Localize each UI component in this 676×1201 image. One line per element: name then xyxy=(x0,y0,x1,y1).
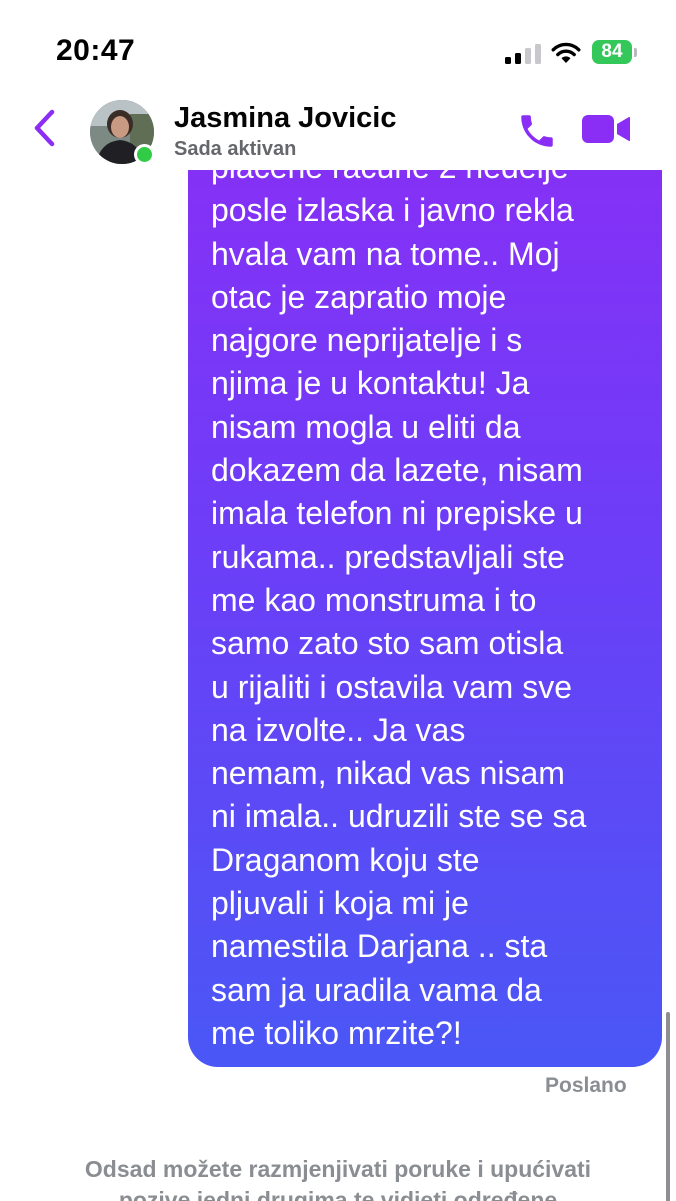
scroll-indicator[interactable] xyxy=(666,1012,670,1201)
video-camera-icon[interactable] xyxy=(580,112,632,146)
system-notice: Odsad možete razmjenjivati poruke i upuć… xyxy=(84,1156,592,1201)
cellular-signal-icon xyxy=(505,44,541,64)
delivery-status: Poslano xyxy=(545,1074,627,1097)
online-status-dot xyxy=(134,144,155,165)
status-time: 20:47 xyxy=(56,34,136,67)
battery-level: 84 xyxy=(592,40,632,64)
status-bar: 20:47 84 xyxy=(0,0,676,96)
message-text: placene racune 2 nedelje posle izlaska i… xyxy=(211,149,587,1051)
avatar[interactable] xyxy=(90,100,155,165)
battery-indicator: 84 xyxy=(592,40,638,66)
back-chevron-icon[interactable] xyxy=(30,108,60,148)
phone-icon[interactable] xyxy=(516,110,558,152)
chat-header: Jasmina Jovicic Sada aktivan xyxy=(0,96,676,170)
message-thread[interactable]: placene racune 2 nedelje posle izlaska i… xyxy=(0,96,676,1201)
outgoing-message-bubble[interactable]: placene racune 2 nedelje posle izlaska i… xyxy=(188,96,662,1067)
battery-cap xyxy=(634,48,637,57)
contact-name[interactable]: Jasmina Jovicic xyxy=(174,102,396,135)
wifi-icon xyxy=(551,42,581,63)
contact-status: Sada aktivan xyxy=(174,138,297,160)
